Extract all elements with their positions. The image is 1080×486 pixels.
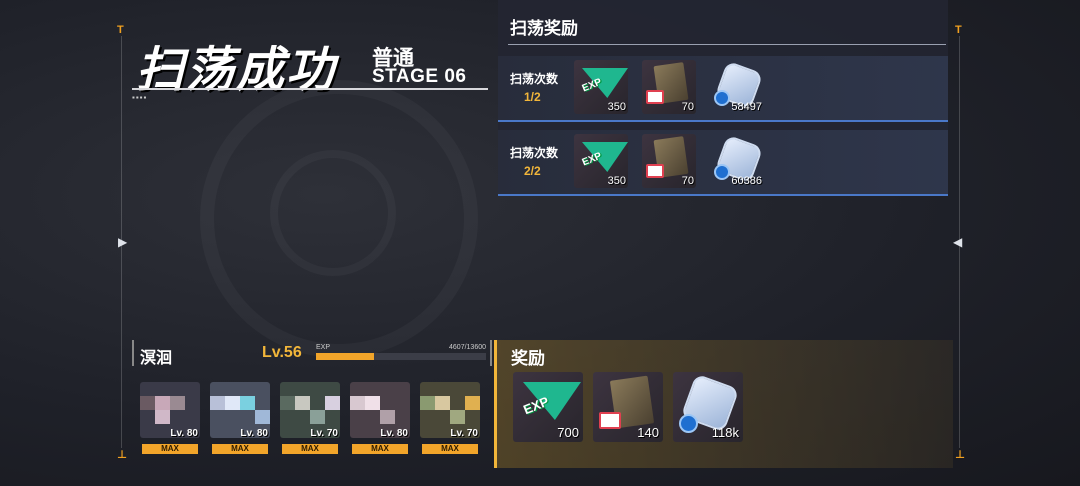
reward-item-credits[interactable]: 118k [673,372,743,442]
exp-icon-label: EXP [580,76,604,95]
result-header: 扫荡成功 普通 STAGE 06 ▪▪▪▪ [128,10,490,102]
frame-corner-bottom-left: ⊥ [117,449,128,461]
title-decoration: ▪▪▪▪ [132,93,148,102]
stage-label: STAGE 06 [372,66,467,87]
exp-bar-label: EXP [316,344,331,351]
frame-corner-top-left: T [117,24,124,36]
character-name: 溟洄 [140,350,173,367]
max-badge: MAX [142,444,198,454]
rewards-panel: 奖励 EXP 700 140 118k [494,340,953,468]
sweep-title-divider [508,44,946,45]
pixel-block [365,396,380,410]
pixel-block [170,396,185,410]
exp-icon-label: EXP [580,150,604,169]
team-member-level: Lv. 80 [380,428,408,439]
exp-progress-fill [316,353,374,360]
sweep-count-label: 扫荡次数 [510,72,559,86]
item-quantity: 350 [607,101,626,113]
credit-badge-icon [714,164,730,180]
pixel-block [210,396,225,410]
title-underline [132,88,488,90]
sweep-count-value: 1/2 [524,90,541,104]
reward-item-document[interactable]: 70 [642,60,696,114]
credit-badge-icon [714,90,730,106]
sweep-count-label: 扫荡次数 [510,146,559,160]
background-emblem-inner [270,150,396,276]
frame-corner-top-right: T [955,24,962,36]
rewards-title: 奖励 [511,349,545,368]
pixel-block [380,410,395,424]
pixel-block [140,396,155,410]
item-quantity: 58497 [731,101,762,113]
team-member-card[interactable]: Lv. 70 MAX [280,382,340,454]
reward-item-document[interactable]: 140 [593,372,663,442]
left-arrow-icon: ▶ [118,235,128,249]
sweep-rewards-title: 扫荡奖励 [510,19,578,38]
frame-corner-bottom-right: ⊥ [955,449,966,461]
pixel-block [420,396,435,410]
team-member-level: Lv. 80 [240,428,268,439]
stamp-icon [599,412,621,429]
reward-item-document[interactable]: 70 [642,134,696,188]
pixel-block [240,396,255,410]
max-badge: MAX [282,444,338,454]
item-quantity: 118k [711,425,739,440]
item-quantity: 140 [637,425,659,440]
pixel-block [350,396,365,410]
team-member-level: Lv. 70 [450,428,478,439]
pixel-block [310,410,325,424]
item-quantity: 70 [681,175,694,187]
exp-progress-bar [316,353,486,360]
pixel-block [450,410,465,424]
reward-item-credits[interactable]: 58497 [710,60,764,114]
max-badge: MAX [212,444,268,454]
pixel-block [255,410,270,424]
pixel-block [465,396,480,410]
pixel-block [280,396,295,410]
item-quantity: 350 [607,175,626,187]
team-member-card[interactable]: Lv. 70 MAX [420,382,480,454]
character-panel: 溟洄 Lv.56 EXP 4607/13600 Lv. 80 MAX Lv. 8… [128,340,492,466]
right-arrow-icon: ◀ [953,235,963,249]
team-member-level: Lv. 70 [310,428,338,439]
reward-item-exp[interactable]: EXP 350 [574,134,628,188]
item-quantity: 700 [557,425,579,440]
team-member-card[interactable]: Lv. 80 MAX [210,382,270,454]
stamp-icon [646,90,664,104]
team-member-level: Lv. 80 [170,428,198,439]
sweep-rewards-panel: 扫荡奖励 扫荡次数 1/2 EXP 350 70 58497 扫荡次数 2/2 … [498,0,948,196]
item-quantity: 70 [681,101,694,113]
credit-badge-icon [679,414,698,433]
pixel-block [155,410,170,424]
sweep-count-value: 2/2 [524,164,541,178]
pixel-block [295,396,310,410]
max-badge: MAX [422,444,478,454]
pixel-block [435,396,450,410]
stamp-icon [646,164,664,178]
team-member-card[interactable]: Lv. 80 MAX [140,382,200,454]
pixel-block [325,396,340,410]
item-quantity: 60386 [731,175,762,187]
team-member-card[interactable]: Lv. 80 MAX [350,382,410,454]
exp-icon-label: EXP [521,393,551,418]
reward-item-credits[interactable]: 60386 [710,134,764,188]
reward-item-exp[interactable]: EXP 700 [513,372,583,442]
reward-item-exp[interactable]: EXP 350 [574,60,628,114]
sweep-run-row: 扫荡次数 2/2 EXP 350 70 60386 [498,130,948,196]
pixel-block [155,396,170,410]
max-badge: MAX [352,444,408,454]
exp-bar-value: 4607/13600 [449,344,486,351]
sweep-run-row: 扫荡次数 1/2 EXP 350 70 58497 [498,56,948,122]
character-level: Lv.56 [262,344,302,361]
pixel-block [225,396,240,410]
